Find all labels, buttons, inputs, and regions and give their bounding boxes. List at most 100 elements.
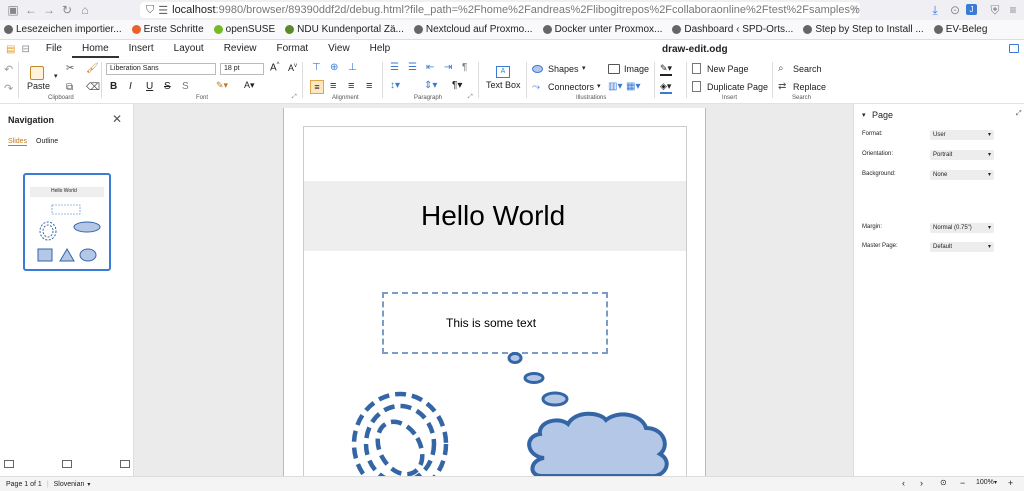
highlight-icon[interactable]: ✎▾ bbox=[216, 80, 228, 91]
bullet-list-icon[interactable]: ☰ bbox=[390, 62, 399, 73]
bookmark-item[interactable]: Lesezeichen importier... bbox=[4, 24, 122, 35]
profile-icon[interactable]: J bbox=[966, 4, 977, 15]
close-icon[interactable]: ✕ bbox=[112, 112, 122, 126]
underline-button[interactable]: U bbox=[146, 81, 153, 92]
align-right-icon[interactable]: ≡ bbox=[348, 80, 354, 92]
menu-icon[interactable]: ≡ bbox=[1004, 1, 1022, 19]
bookmark-item[interactable]: Step by Step to Install ... bbox=[803, 24, 924, 35]
table-icon[interactable]: ▦▾ bbox=[626, 81, 640, 92]
indent-icon[interactable]: ⇥ bbox=[444, 62, 452, 73]
replace-button[interactable]: Replace bbox=[793, 82, 826, 92]
page-section-collapse-icon[interactable]: ▾ bbox=[862, 111, 866, 119]
connectors-icon[interactable]: ⤳ bbox=[532, 82, 540, 93]
page-section-more-icon[interactable]: ⤢ bbox=[1016, 110, 1022, 118]
menu-view[interactable]: View bbox=[318, 40, 360, 58]
shield-extension-icon[interactable]: ⛨ bbox=[986, 1, 1004, 19]
italic-button[interactable]: I bbox=[129, 81, 132, 92]
image-button[interactable]: Image bbox=[624, 64, 649, 74]
menu-format[interactable]: Format bbox=[267, 40, 319, 58]
menu-help[interactable]: Help bbox=[360, 40, 401, 58]
align-center-vert-icon[interactable]: ⊕ bbox=[330, 62, 338, 73]
bookmark-item[interactable]: NDU Kundenportal Zä... bbox=[285, 24, 404, 35]
grow-font-icon[interactable]: A^ bbox=[270, 62, 280, 73]
font-name-select[interactable]: Liberation Sans bbox=[106, 63, 216, 75]
download-icon[interactable]: ⤓ bbox=[926, 1, 944, 19]
undo-icon[interactable]: ↶ bbox=[4, 63, 13, 76]
paste-icon[interactable] bbox=[30, 66, 44, 80]
strikethrough-button[interactable]: S bbox=[164, 81, 171, 92]
zoom-in-icon[interactable]: + bbox=[1008, 478, 1013, 488]
justify-icon[interactable]: ≡ bbox=[366, 80, 372, 92]
forward-icon[interactable]: → bbox=[40, 1, 58, 19]
slide-thumbnail[interactable]: Hello World bbox=[23, 173, 111, 271]
cut-icon[interactable]: ✂ bbox=[66, 63, 74, 74]
font-size-select[interactable]: 18 pt bbox=[220, 63, 264, 75]
search-icon[interactable]: ⌕ bbox=[778, 63, 784, 74]
bookmark-item[interactable]: openSUSE bbox=[213, 24, 275, 35]
clone-formatting-icon[interactable]: 🖌 bbox=[86, 63, 99, 74]
search-button[interactable]: Search bbox=[793, 64, 822, 74]
paste-dropdown-icon[interactable]: ▾ bbox=[54, 72, 58, 80]
bookmark-item[interactable]: Dashboard ‹ SPD-Orts... bbox=[672, 24, 793, 35]
chart-icon[interactable]: ▥▾ bbox=[608, 81, 622, 92]
background-select[interactable]: None bbox=[930, 170, 994, 180]
shadow-icon[interactable]: S bbox=[182, 81, 189, 92]
copy-icon[interactable]: ⧉ bbox=[66, 82, 73, 93]
line-spacing-icon[interactable]: ↕▾ bbox=[390, 80, 400, 91]
menu-file[interactable]: File bbox=[36, 40, 72, 58]
connectors-button[interactable]: Connectors bbox=[548, 82, 594, 92]
tab-slides[interactable]: Slides bbox=[8, 138, 28, 146]
shapes-dropdown-icon[interactable]: ▾ bbox=[582, 64, 586, 72]
tab-list-icon[interactable]: ▣ bbox=[4, 1, 22, 19]
outdent-icon[interactable]: ⇤ bbox=[426, 62, 434, 73]
duplicate-page-icon[interactable] bbox=[692, 81, 701, 92]
redo-icon[interactable]: ↷ bbox=[4, 82, 13, 95]
numbered-list-icon[interactable]: ☰ bbox=[408, 62, 417, 73]
new-page-icon[interactable] bbox=[692, 63, 701, 74]
paragraph-mark-icon[interactable]: ¶ bbox=[462, 62, 467, 73]
reload-icon[interactable]: ↻ bbox=[58, 1, 76, 19]
paste-button[interactable]: Paste bbox=[27, 81, 50, 91]
align-bottom-icon[interactable]: ⊥ bbox=[348, 62, 357, 73]
slide-sorter-icon[interactable] bbox=[4, 460, 14, 468]
align-center-icon[interactable]: ≡ bbox=[330, 80, 336, 92]
line-color-icon[interactable]: ✎▾ bbox=[660, 63, 672, 74]
text-box-icon[interactable]: A bbox=[496, 66, 510, 78]
fullscreen-icon[interactable] bbox=[1009, 44, 1019, 53]
zoom-out-icon[interactable]: − bbox=[960, 478, 965, 488]
zoom-reset-icon[interactable]: ⊙ bbox=[940, 478, 947, 487]
bookmark-item[interactable]: Nextcloud auf Proxmo... bbox=[413, 24, 533, 35]
master-slide-icon[interactable] bbox=[62, 460, 72, 468]
text-box-button[interactable]: Text Box bbox=[486, 80, 521, 90]
font-color-icon[interactable]: A▾ bbox=[244, 80, 255, 91]
slide-page[interactable]: Hello World This is some text bbox=[283, 108, 706, 486]
home-icon[interactable]: ⌂ bbox=[76, 1, 94, 19]
shrink-font-icon[interactable]: Av bbox=[288, 63, 297, 73]
text-direction-icon[interactable]: ¶▾ bbox=[452, 80, 462, 91]
replace-icon[interactable]: ⇄ bbox=[778, 81, 786, 92]
fill-color-icon[interactable]: ◈▾ bbox=[660, 81, 671, 92]
bookmark-item[interactable]: Docker unter Proxmox... bbox=[542, 24, 662, 35]
menu-insert[interactable]: Insert bbox=[119, 40, 164, 58]
language-dropdown-icon[interactable]: ▾ bbox=[87, 481, 90, 488]
image-icon[interactable] bbox=[608, 64, 620, 74]
text-box-content[interactable]: This is some text bbox=[446, 316, 536, 330]
paragraph-dialog-icon[interactable]: ⤢ bbox=[468, 94, 473, 101]
zoom-dropdown-icon[interactable]: ▾ bbox=[994, 479, 997, 486]
master-page-select[interactable]: Default bbox=[930, 242, 994, 252]
language-select[interactable]: Slovenian bbox=[54, 481, 85, 488]
next-page-icon[interactable]: › bbox=[920, 478, 923, 488]
slide-title[interactable]: Hello World bbox=[421, 200, 565, 232]
tab-outline[interactable]: Outline bbox=[36, 138, 58, 145]
orientation-select[interactable]: Portrait bbox=[930, 150, 994, 160]
bookmark-item[interactable]: Erste Schritte bbox=[131, 24, 204, 35]
new-page-button[interactable]: New Page bbox=[707, 64, 749, 74]
sidebar-toggle-icon[interactable]: ⊟ bbox=[21, 44, 29, 55]
url-bar[interactable]: ⛉ ☰ localhost:9980/browser/89390ddf2d/de… bbox=[140, 2, 860, 18]
align-top-icon[interactable]: ⊤ bbox=[312, 62, 321, 73]
font-dialog-icon[interactable]: ⤢ bbox=[292, 94, 297, 101]
back-icon[interactable]: ← bbox=[22, 1, 40, 19]
prev-page-icon[interactable]: ‹ bbox=[902, 478, 905, 488]
menu-home[interactable]: Home bbox=[71, 40, 119, 58]
shapes-button[interactable]: Shapes bbox=[548, 64, 579, 74]
